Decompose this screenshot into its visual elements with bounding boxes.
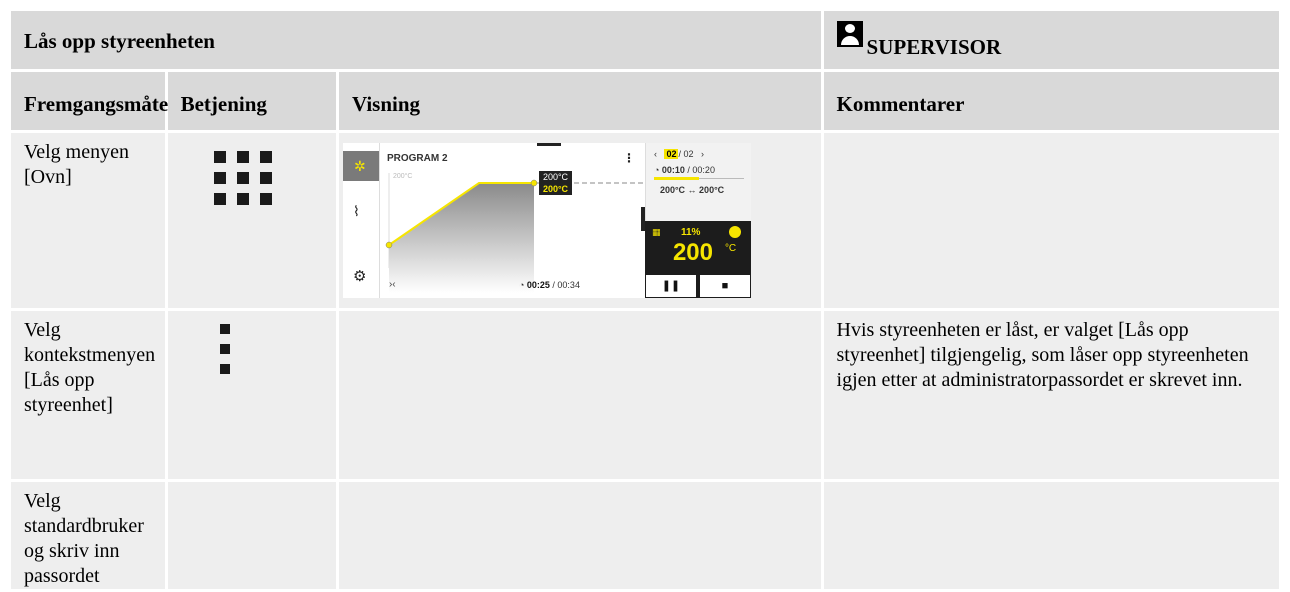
procedure-cell: Velg menyen [Ovn] [8, 130, 168, 311]
page-title: Lås opp styreenheten [24, 29, 215, 53]
comment-cell [820, 479, 1283, 592]
chart-icon[interactable]: ⌇ [353, 203, 360, 220]
power-percent: 11% [680, 227, 701, 238]
comment-cell [820, 130, 1283, 311]
column-header-display: Visning [335, 69, 824, 133]
oven-icon: ✲ [353, 158, 366, 174]
status-panel: ▦ 11% 200 °C ❚❚ ■ [644, 221, 751, 298]
table-row: Velg kontekstmenyen [Lås opp styreenhet]… [8, 308, 1283, 482]
user-icon [836, 21, 863, 47]
procedure-table: Lås opp styreenheten SUPERVISOR Fremgang… [8, 8, 1283, 592]
temperature-curve [385, 173, 644, 293]
pause-button[interactable]: ❚❚ [644, 274, 697, 298]
procedure-cell: Velg kontekstmenyen [Lås opp styreenhet] [8, 308, 168, 482]
page: Lås opp styreenheten SUPERVISOR Fremgang… [0, 0, 1290, 592]
stop-button[interactable]: ■ [698, 274, 751, 298]
grid-icon: ▦ [651, 227, 661, 237]
actual-tag: 200°C [538, 183, 573, 195]
oven-screen: ✲ ⌇ ⚙ PROGRAM 2 ⋮ 200°C 200°C 200°C ›‹ ◔… [342, 143, 751, 298]
gear-icon[interactable]: ⚙ [353, 267, 366, 285]
display-cell: ✲ ⌇ ⚙ PROGRAM 2 ⋮ 200°C 200°C 200°C ›‹ ◔… [335, 130, 824, 311]
segment-panel: ‹ 02/ 02 › ◔ 00:10 / 00:20 200°C ↔ 200°C [644, 143, 751, 221]
current-temperature: 200 [672, 239, 713, 266]
column-header-operation: Betjening [164, 69, 339, 133]
chart-y-label: 200°C [392, 173, 413, 180]
comment-cell: Hvis styreenheten er låst, er valget [Lå… [820, 308, 1283, 482]
operation-cell [164, 479, 339, 592]
grid-menu-icon [213, 151, 284, 211]
segment-progress [653, 177, 744, 180]
kebab-menu-icon [219, 324, 232, 376]
segment-nav[interactable]: ‹ 02/ 02 › [654, 149, 704, 159]
role-cell: SUPERVISOR [820, 8, 1283, 72]
operation-cell [164, 308, 339, 482]
title-cell: Lås opp styreenheten [8, 8, 824, 72]
column-header-procedure: Fremgangsmåte [8, 69, 168, 133]
segment-time: ◔ 00:10 / 00:20 [653, 165, 715, 175]
screen-sidebar: ✲ ⌇ ⚙ [342, 143, 380, 298]
temperature-unit: °C [724, 243, 737, 254]
operation-cell [164, 130, 339, 311]
column-header-comments: Kommentarer [820, 69, 1283, 133]
procedure-cell: Velg standardbruker og skriv inn passord… [8, 479, 168, 592]
role-label: SUPERVISOR [866, 35, 1002, 59]
total-time: ◔ 00:25 / 00:34 [518, 280, 580, 290]
segment-range: 200°C ↔ 200°C [659, 185, 725, 195]
collapse-icon[interactable]: ›‹ [389, 279, 396, 290]
table-row: Velg standardbruker og skriv inn passord… [8, 479, 1283, 592]
heater-icon [728, 226, 741, 238]
display-cell [335, 308, 824, 482]
display-cell [335, 479, 824, 592]
setpoint-tag: 200°C [538, 171, 573, 183]
table-row: Velg menyen [Ovn] ✲ ⌇ ⚙ PROGRAM 2 ⋮ 200°… [8, 130, 1283, 311]
